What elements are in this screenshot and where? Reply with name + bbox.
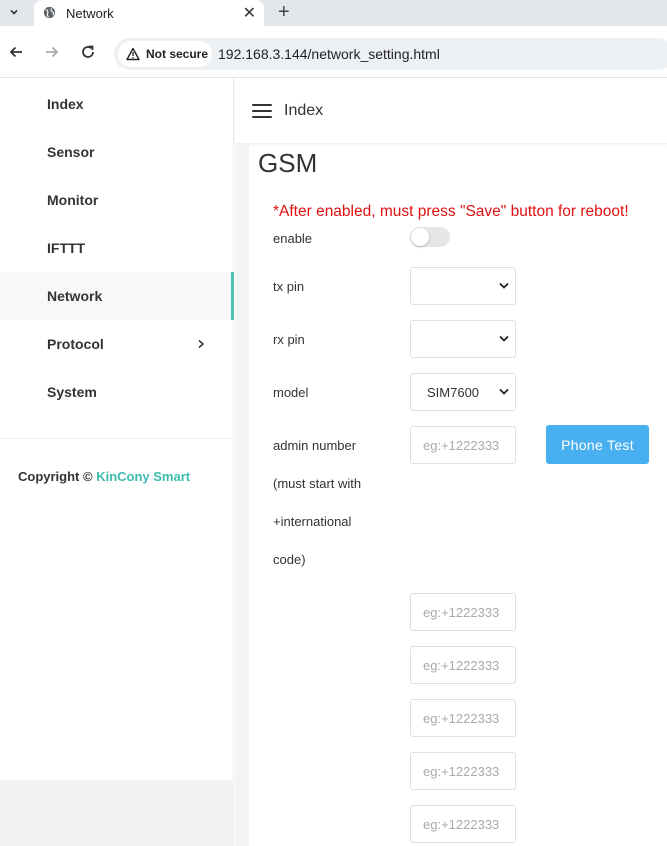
content-gutter: [235, 144, 249, 846]
phone-test-button[interactable]: Phone Test: [546, 425, 649, 464]
rx-pin-select[interactable]: [410, 320, 516, 358]
chevron-right-icon: [198, 339, 205, 349]
close-tab-icon[interactable]: ✕: [243, 3, 256, 23]
rx-pin-label: rx pin: [273, 332, 305, 347]
brand-link[interactable]: KinCony Smart: [96, 469, 190, 484]
copyright-text: Copyright © KinCony Smart: [18, 469, 190, 484]
security-label: Not secure: [146, 47, 209, 61]
header-title: Index: [284, 102, 324, 119]
sidebar-item-label: Network: [47, 288, 103, 304]
sidebar-item-label: Protocol: [47, 336, 104, 352]
reboot-warning: *After enabled, must press "Save" button…: [273, 203, 629, 220]
admin-number-input-2[interactable]: [410, 593, 516, 631]
hamburger-menu-icon[interactable]: [252, 104, 272, 118]
chevron-down-icon: [499, 388, 509, 395]
sidebar-item-network[interactable]: Network: [0, 272, 234, 320]
warning-triangle-icon: [126, 47, 140, 61]
sidebar-footer: [0, 780, 234, 846]
admin-number-input-3[interactable]: [410, 646, 516, 684]
browser-toolbar: Not secure 192.168.3.144/network_setting…: [0, 26, 667, 78]
reload-icon[interactable]: [78, 42, 98, 62]
sidebar-item-label: IFTTT: [47, 240, 86, 256]
enable-label: enable: [273, 231, 313, 246]
sidebar-item-system[interactable]: System: [0, 368, 234, 416]
sidebar-item-label: System: [47, 384, 97, 400]
back-arrow-icon[interactable]: [6, 42, 26, 62]
new-tab-icon[interactable]: +: [278, 1, 290, 24]
sidebar-item-protocol[interactable]: Protocol: [0, 320, 234, 368]
model-select[interactable]: SIM7600: [410, 373, 516, 411]
admin-number-input-5[interactable]: [410, 752, 516, 790]
sidebar-item-ifttt[interactable]: IFTTT: [0, 224, 234, 272]
model-label: model: [273, 385, 309, 400]
admin-number-input-1[interactable]: [410, 426, 516, 464]
sidebar: Index Sensor Monitor IFTTT Network Proto…: [0, 78, 234, 846]
sidebar-item-index[interactable]: Index: [0, 80, 234, 128]
sidebar-item-sensor[interactable]: Sensor: [0, 128, 234, 176]
sidebar-item-label: Sensor: [47, 144, 95, 160]
address-bar[interactable]: Not secure 192.168.3.144/network_setting…: [114, 38, 667, 70]
tab-search-chevron-icon[interactable]: [4, 2, 24, 22]
chevron-down-icon: [499, 335, 509, 342]
browser-tab[interactable]: Network ✕: [34, 0, 264, 26]
tx-pin-label: tx pin: [273, 279, 305, 294]
admin-number-input-6[interactable]: [410, 805, 516, 843]
copyright-prefix: Copyright ©: [18, 469, 93, 484]
main-header: Index: [235, 78, 667, 144]
admin-number-label-line2: (must start with: [273, 476, 362, 491]
admin-number-input-4[interactable]: [410, 699, 516, 737]
admin-number-label-line3: +international: [273, 514, 352, 529]
tab-title: Network: [66, 6, 114, 21]
url-text[interactable]: 192.168.3.144/network_setting.html: [218, 46, 440, 62]
sidebar-item-label: Index: [47, 96, 84, 112]
browser-tabstrip: Network ✕ +: [0, 0, 667, 26]
enable-toggle[interactable]: [410, 227, 450, 247]
sidebar-divider: [0, 438, 234, 439]
page-title: GSM: [258, 148, 318, 178]
globe-icon: [43, 6, 56, 19]
model-select-value: SIM7600: [427, 385, 480, 400]
sidebar-item-label: Monitor: [47, 192, 99, 208]
admin-number-label-line4: code): [273, 552, 306, 567]
sidebar-item-monitor[interactable]: Monitor: [0, 176, 234, 224]
security-chip[interactable]: Not secure: [118, 41, 212, 67]
chevron-down-icon: [499, 282, 509, 289]
admin-number-label-line1: admin number: [273, 438, 357, 453]
forward-arrow-icon[interactable]: [42, 42, 62, 62]
toggle-knob: [411, 228, 429, 246]
tx-pin-select[interactable]: [410, 267, 516, 305]
